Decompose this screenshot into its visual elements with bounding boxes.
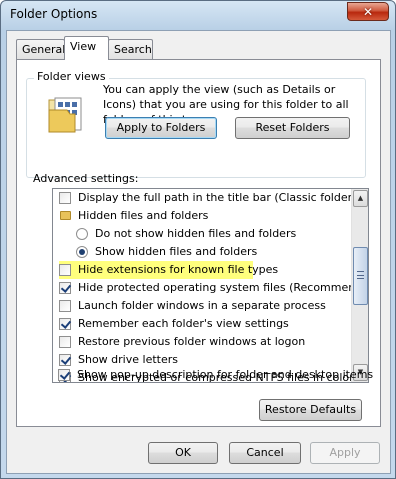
folder-views-icon bbox=[48, 97, 82, 133]
list-item-label: Restore previous folder windows at logon bbox=[78, 335, 306, 348]
checkbox[interactable] bbox=[59, 336, 71, 348]
scroll-thumb[interactable] bbox=[353, 247, 368, 305]
checkbox[interactable] bbox=[59, 354, 71, 366]
list-item-highlighted[interactable]: Hide extensions for known file types bbox=[53, 261, 353, 279]
checkbox[interactable] bbox=[59, 300, 71, 312]
ok-label: OK bbox=[175, 446, 191, 459]
reset-folders-label: Reset Folders bbox=[255, 121, 330, 134]
scroll-up-button[interactable]: ▲ bbox=[353, 190, 368, 207]
list-item-label: Remember each folder's view settings bbox=[78, 317, 289, 330]
checkbox[interactable] bbox=[58, 369, 70, 381]
folder-views-group-label: Folder views bbox=[34, 70, 109, 83]
radio-button[interactable] bbox=[76, 228, 88, 240]
list-item-label: Display the full path in the title bar (… bbox=[78, 191, 369, 204]
tab-search-label: Search bbox=[114, 43, 152, 56]
restore-defaults-button[interactable]: Restore Defaults bbox=[259, 399, 362, 421]
advanced-settings-list[interactable]: Display the full path in the title bar (… bbox=[52, 188, 369, 383]
window-title: Folder Options bbox=[10, 7, 98, 21]
cancel-button[interactable]: Cancel bbox=[229, 442, 301, 464]
list-item-label: Launch folder windows in a separate proc… bbox=[78, 299, 326, 312]
apply-to-folders-button[interactable]: Apply to Folders bbox=[105, 117, 217, 139]
list-item-label: Do not show hidden files and folders bbox=[95, 227, 297, 240]
cancel-label: Cancel bbox=[246, 446, 284, 459]
tab-view[interactable]: View bbox=[64, 36, 109, 60]
ok-button[interactable]: OK bbox=[148, 442, 218, 464]
grip-icon bbox=[357, 271, 364, 279]
apply-to-folders-label: Apply to Folders bbox=[116, 121, 206, 134]
radio-button[interactable] bbox=[76, 246, 88, 258]
checkbox[interactable] bbox=[59, 192, 71, 204]
list-item-label: Hidden files and folders bbox=[78, 209, 209, 222]
apply-label: Apply bbox=[329, 446, 361, 459]
advanced-settings-label: Advanced settings: bbox=[33, 172, 139, 185]
folder-options-window: Folder Options ✕ General View Search Fol… bbox=[0, 0, 396, 479]
chevron-up-icon: ▲ bbox=[357, 194, 364, 202]
list-item-label: Show hidden files and folders bbox=[95, 245, 258, 258]
reset-folders-button[interactable]: Reset Folders bbox=[235, 117, 350, 139]
apply-button[interactable]: Apply bbox=[310, 442, 380, 464]
list-item-label: Hide protected operating system files (R… bbox=[78, 281, 369, 294]
checkbox[interactable] bbox=[59, 318, 71, 330]
list-scrollbar[interactable]: ▲ ▼ bbox=[351, 189, 368, 382]
title-bar[interactable]: Folder Options ✕ bbox=[1, 1, 395, 29]
folder-icon bbox=[60, 211, 71, 220]
close-icon: ✕ bbox=[362, 4, 374, 19]
list-item-label: Hide extensions for known file types bbox=[78, 263, 279, 276]
list-item-label: Show pop-up description for folder and d… bbox=[77, 368, 374, 381]
tab-search[interactable]: Search bbox=[108, 39, 153, 59]
tab-view-label: View bbox=[70, 40, 97, 53]
tab-general-label: General bbox=[22, 43, 66, 56]
tab-general[interactable]: General bbox=[16, 39, 65, 59]
checkbox[interactable] bbox=[59, 264, 71, 276]
restore-defaults-label: Restore Defaults bbox=[264, 403, 357, 416]
checkbox[interactable] bbox=[59, 282, 71, 294]
close-button[interactable]: ✕ bbox=[347, 2, 389, 21]
